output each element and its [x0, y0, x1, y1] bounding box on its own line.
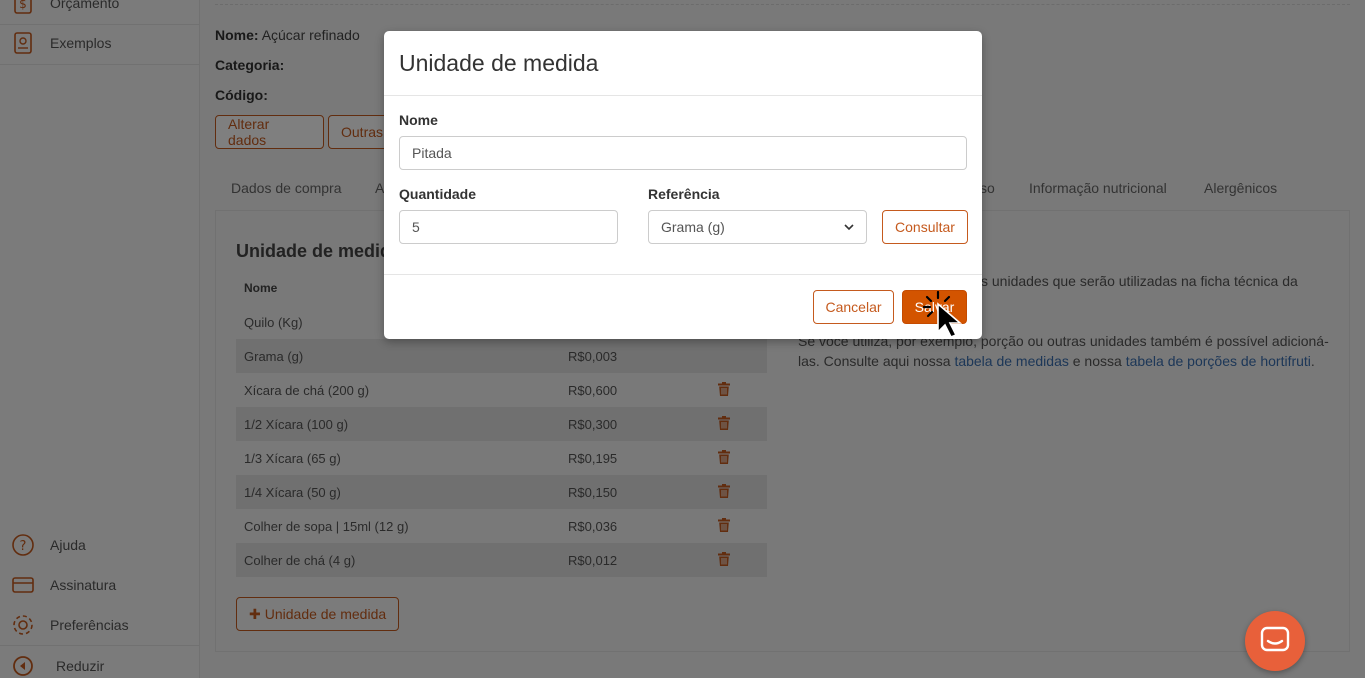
modal-title: Unidade de medida — [399, 49, 599, 76]
chat-icon — [1260, 626, 1290, 657]
cancel-button[interactable]: Cancelar — [813, 290, 894, 324]
unit-modal: Unidade de medida Nome Pitada Quantidade… — [384, 31, 982, 339]
reference-select[interactable]: Grama (g) — [648, 210, 867, 244]
consult-button[interactable]: Consultar — [882, 210, 968, 244]
modal-header: Unidade de medida — [384, 31, 982, 96]
reference-select-value: Grama (g) — [661, 219, 725, 235]
save-button[interactable]: Salvar — [902, 290, 967, 324]
chevron-down-icon — [844, 219, 854, 235]
chat-launcher-button[interactable] — [1245, 611, 1305, 671]
quantity-input[interactable]: 5 — [399, 210, 618, 244]
reference-label: Referência — [648, 186, 720, 202]
name-input[interactable]: Pitada — [399, 136, 967, 170]
modal-footer — [384, 274, 982, 275]
name-label: Nome — [399, 112, 438, 128]
quantity-label: Quantidade — [399, 186, 477, 202]
